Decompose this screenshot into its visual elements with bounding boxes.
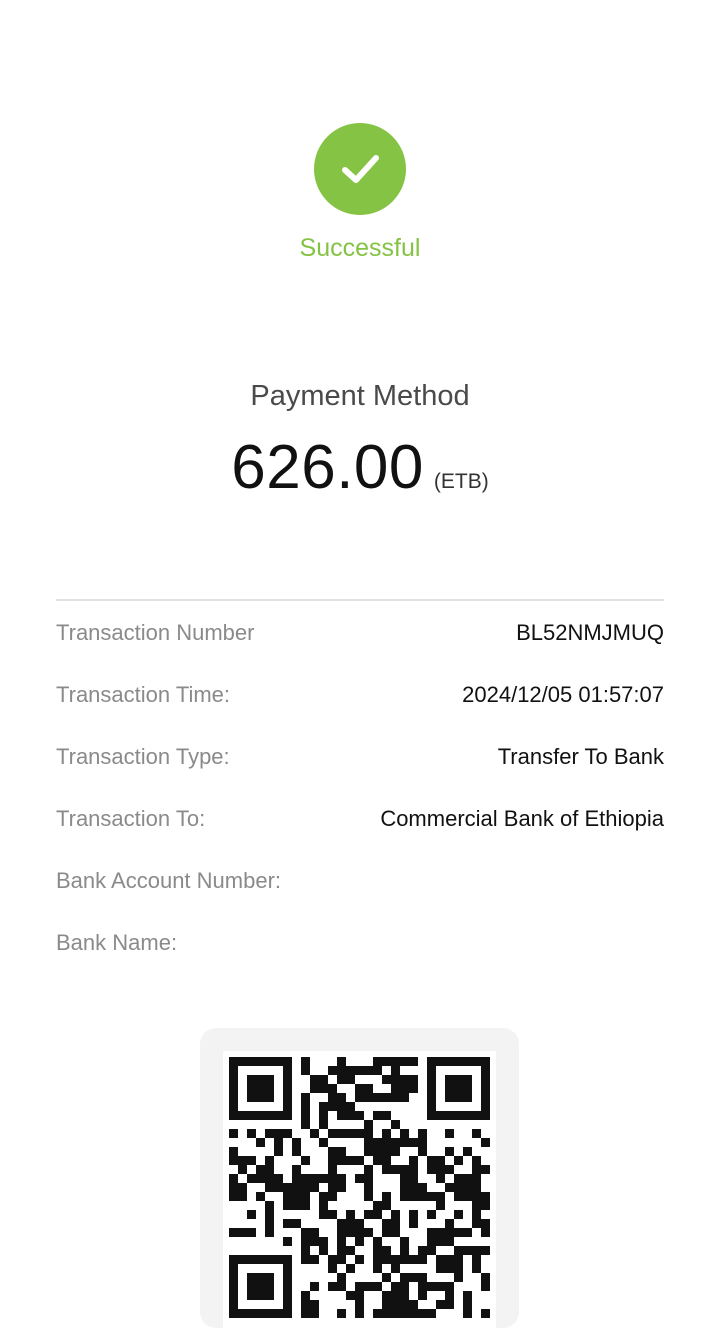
detail-label: Bank Name: <box>56 930 178 955</box>
detail-value: Transfer To Bank <box>497 744 664 769</box>
qr-code <box>223 1051 496 1328</box>
detail-row-transaction-time: Transaction Time: 2024/12/05 01:57:07 <box>56 674 664 736</box>
qr-code-icon <box>229 1057 490 1318</box>
status-text: Successful <box>299 234 421 262</box>
detail-value: Commercial Bank of Ethiopia <box>380 806 664 831</box>
detail-label: Transaction To: <box>56 806 206 831</box>
qr-card <box>200 1028 519 1328</box>
amount-row: 626.00 (ETB) <box>0 432 720 503</box>
payment-method-title: Payment Method <box>250 380 470 412</box>
detail-label: Transaction Time: <box>56 682 231 707</box>
detail-label: Transaction Type: <box>56 744 230 769</box>
amount-currency: (ETB) <box>433 470 489 493</box>
detail-value: 2024/12/05 01:57:07 <box>462 682 664 707</box>
amount-value: 626.00 <box>231 433 424 502</box>
detail-row-transaction-number: Transaction Number BL52NMJMUQ <box>56 612 664 674</box>
divider <box>56 599 664 601</box>
detail-value: BL52NMJMUQ <box>516 620 664 645</box>
detail-label: Transaction Number <box>56 620 255 645</box>
detail-row-bank-name: Bank Name: <box>56 922 664 984</box>
detail-label: Bank Account Number: <box>56 868 282 893</box>
transaction-details: Transaction Number BL52NMJMUQ Transactio… <box>56 612 664 984</box>
detail-row-transaction-type: Transaction Type: Transfer To Bank <box>56 736 664 798</box>
success-check-icon <box>314 123 406 215</box>
detail-row-transaction-to: Transaction To: Commercial Bank of Ethio… <box>56 798 664 860</box>
detail-row-bank-account-number: Bank Account Number: <box>56 860 664 922</box>
